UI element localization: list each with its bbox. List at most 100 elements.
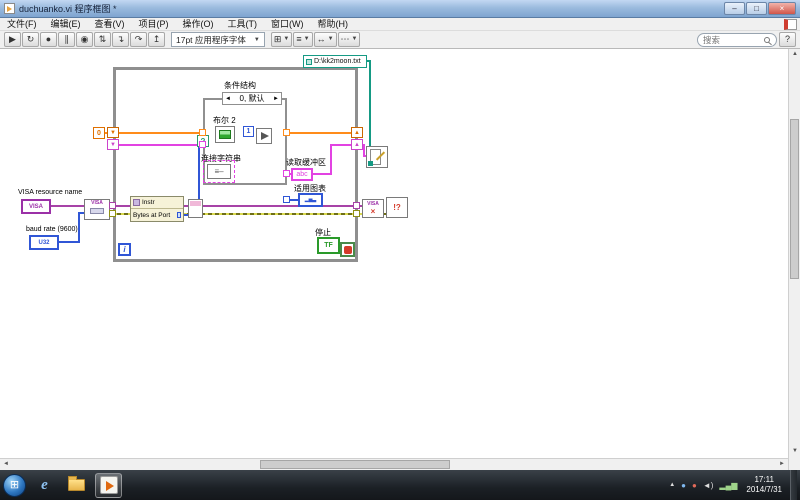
error-handler-node[interactable]: !? — [386, 197, 408, 218]
scroll-down-arrow[interactable]: ▼ — [789, 446, 800, 458]
tunnel[interactable] — [283, 129, 290, 136]
boolean2-label: 布尔 2 — [213, 116, 236, 125]
numeric-constant-zero[interactable]: 0 — [93, 127, 105, 139]
close-button[interactable]: × — [768, 2, 796, 15]
stop-boolean-terminal[interactable]: TF — [317, 237, 340, 254]
baud-rate-terminal[interactable]: U32 — [29, 235, 59, 250]
taskbar-labview-button[interactable] — [95, 472, 122, 498]
write-text-file-node[interactable] — [366, 146, 388, 168]
vertical-scrollbar[interactable]: ▲ ▼ — [788, 49, 800, 470]
tray-icon[interactable]: ● — [692, 481, 697, 490]
tunnel[interactable] — [199, 141, 206, 148]
output-nub-icon — [177, 212, 181, 218]
pause-button[interactable]: ∥ — [58, 32, 75, 47]
case-next-arrow-icon[interactable]: ► — [273, 96, 279, 102]
tunnel[interactable] — [199, 129, 206, 136]
menu-item[interactable]: 项目(P) — [132, 18, 176, 30]
menu-item[interactable]: 操作(O) — [176, 18, 221, 30]
shift-register-left[interactable]: ▼ — [107, 139, 119, 150]
menu-item[interactable]: 编辑(E) — [44, 18, 88, 30]
tray-icon[interactable]: ● — [681, 481, 686, 490]
property-node-header: Instr — [131, 197, 183, 209]
run-continuous-button[interactable]: ↻ — [22, 32, 39, 47]
hidden-icons-chevron[interactable]: ▲ — [669, 482, 675, 488]
menubar-badge-icon — [784, 19, 797, 30]
tunnel[interactable] — [353, 202, 360, 209]
maximize-button[interactable]: □ — [746, 2, 767, 15]
step-over-button[interactable]: ↷ — [130, 32, 147, 47]
align-objects-dropdown[interactable]: ⊞ ▼ — [270, 32, 293, 47]
property-node-class: Instr — [142, 199, 155, 206]
subvi-icon-node[interactable] — [188, 199, 203, 218]
volume-icon[interactable]: ◄) — [703, 481, 714, 490]
help-button[interactable]: ? — [779, 32, 796, 47]
taskbar-explorer-button[interactable] — [63, 473, 90, 498]
baud-rate-wire[interactable] — [59, 241, 79, 243]
show-desktop-button[interactable] — [790, 470, 797, 500]
menu-item[interactable]: 工具(T) — [221, 18, 265, 30]
iteration-terminal[interactable]: i — [118, 243, 131, 256]
visa-resource-terminal[interactable]: VISA — [21, 199, 51, 214]
read-buffer-terminal[interactable]: abc — [291, 168, 313, 181]
shift-register-right[interactable]: ▲ — [351, 139, 363, 150]
search-box[interactable] — [697, 32, 777, 47]
taskbar-ie-button[interactable]: e — [31, 473, 58, 498]
network-icon[interactable]: ▂▄▆ — [719, 481, 737, 490]
chevron-down-icon: ▼ — [283, 36, 290, 42]
loop-condition-terminal[interactable] — [340, 242, 355, 257]
retain-wire-values-button[interactable]: ⇅ — [94, 32, 111, 47]
property-node-row[interactable]: Bytes at Port — [131, 209, 183, 221]
case-prev-arrow-icon[interactable]: ◄ — [225, 96, 231, 102]
block-diagram-canvas[interactable]: i ▼ ▲ ▼ ▲ 条件结构 ◄ 0, 默认 ► ? 布尔 2 — [0, 49, 788, 458]
tunnel[interactable] — [109, 210, 116, 217]
baud-rate-wire[interactable] — [78, 212, 80, 243]
shift-register-left[interactable]: ▼ — [107, 127, 119, 138]
tunnel[interactable] — [283, 196, 290, 203]
taskbar: ⊞ e ▲ ● ● ◄) ▂▄▆ 17:11 2014/7/31 — [0, 470, 800, 500]
folder-icon — [68, 476, 85, 491]
taskbar-clock[interactable]: 17:11 2014/7/31 — [746, 475, 782, 495]
selection-marquee — [203, 160, 235, 183]
triangle-icon — [261, 132, 269, 140]
tunnel[interactable] — [283, 170, 290, 177]
distribute-objects-dropdown[interactable]: ≡ ▼ — [293, 32, 313, 47]
run-button[interactable]: ▶ — [4, 32, 21, 47]
horizontal-scroll-thumb[interactable] — [260, 460, 450, 469]
step-into-button[interactable]: ↴ — [112, 32, 129, 47]
shift-register-right[interactable]: ▲ — [351, 127, 363, 138]
visa-glyph: VISA — [91, 200, 103, 206]
case-selector[interactable]: ◄ 0, 默认 ► — [222, 92, 282, 105]
stop-sign-icon — [343, 245, 352, 254]
tunnel[interactable] — [109, 202, 116, 209]
horizontal-scrollbar[interactable]: ◄ ► — [0, 458, 788, 470]
titlebar[interactable]: duchuanko.vi 程序框图 * – □ × — [0, 0, 800, 18]
labview-icon — [99, 476, 118, 494]
numeric-constant-one[interactable]: 1 — [243, 126, 254, 137]
step-out-button[interactable]: ↥ — [148, 32, 165, 47]
tunnel[interactable] — [353, 210, 360, 217]
abort-button[interactable]: ● — [40, 32, 57, 47]
menu-item[interactable]: 文件(F) — [0, 18, 44, 30]
file-path-constant[interactable]: D:\kk2moon.txt — [303, 55, 367, 68]
property-node[interactable]: Instr Bytes at Port — [130, 196, 184, 222]
menu-item[interactable]: 窗口(W) — [264, 18, 311, 30]
path-wire[interactable] — [369, 60, 371, 147]
chart-label: 适用图表 — [294, 184, 326, 193]
minimize-button[interactable]: – — [724, 2, 745, 15]
visa-close-node[interactable]: VISA × — [362, 199, 384, 218]
ie-icon: e — [41, 476, 48, 493]
visa-configure-serial-node[interactable]: VISA — [84, 199, 110, 220]
reorder-dropdown[interactable]: ⋯ ▼ — [337, 32, 361, 47]
font-selector[interactable]: 17pt 应用程序字体 ▼ — [171, 32, 265, 47]
select-function-node[interactable] — [256, 128, 272, 144]
waveform-chart-terminal[interactable]: ▂▅▃ — [298, 193, 323, 207]
highlight-execution-button[interactable]: ◉ — [76, 32, 93, 47]
resize-objects-dropdown[interactable]: ↔ ▼ — [313, 32, 337, 47]
scroll-up-arrow[interactable]: ▲ — [789, 49, 800, 61]
boolean2-node[interactable] — [215, 126, 235, 143]
menu-item[interactable]: 帮助(H) — [311, 18, 356, 30]
vertical-scroll-thumb[interactable] — [790, 119, 799, 279]
start-button[interactable]: ⊞ — [3, 473, 26, 497]
menu-item[interactable]: 查看(V) — [88, 18, 132, 30]
search-input[interactable] — [703, 34, 761, 45]
